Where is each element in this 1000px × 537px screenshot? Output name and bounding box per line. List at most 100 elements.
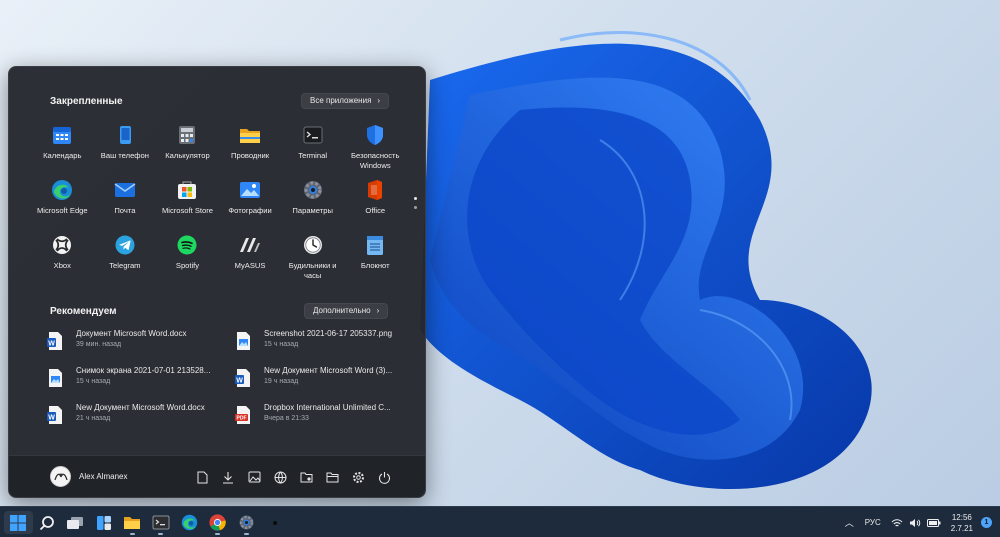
- recommended-item-time: Вчера в 21:33: [264, 415, 309, 422]
- battery-icon[interactable]: [926, 518, 941, 527]
- page-dot-active: [414, 197, 417, 200]
- word-doc-icon: W: [47, 331, 65, 351]
- notification-badge[interactable]: 1: [981, 517, 992, 528]
- pinned-app-settings[interactable]: Параметры: [281, 176, 344, 231]
- file-explorer-icon[interactable]: [319, 469, 345, 485]
- running-indicator: [129, 533, 135, 535]
- pinned-app-notepad[interactable]: Блокнот: [344, 231, 407, 286]
- chrome-icon[interactable]: [204, 511, 233, 535]
- recommended-item-name: Снимок экрана 2021-07-01 213528...: [76, 366, 211, 375]
- notepad-icon: [364, 234, 386, 256]
- more-button[interactable]: Дополнительно ›: [304, 303, 389, 319]
- shield-icon: [364, 124, 386, 146]
- clock-date: 2.7.21: [950, 523, 973, 533]
- app-label: Проводник: [231, 151, 270, 160]
- running-indicator: [158, 533, 164, 535]
- recommended-section-title: Рекомендуем: [50, 306, 117, 317]
- downloads-icon[interactable]: [215, 469, 241, 485]
- all-apps-button[interactable]: Все приложения ›: [301, 93, 390, 109]
- start-menu-footer: Alex Almanex: [9, 455, 425, 497]
- settings-icon[interactable]: [345, 469, 371, 485]
- word-doc-icon: W: [235, 368, 253, 388]
- app-label: Почта: [114, 206, 136, 215]
- app-label: MyASUS: [234, 261, 266, 270]
- app-label: Калькулятор: [165, 151, 210, 160]
- more-label: Дополнительно: [313, 306, 371, 315]
- svg-text:PDF: PDF: [237, 416, 247, 422]
- phone-icon: [114, 124, 136, 146]
- widgets-icon[interactable]: [90, 511, 119, 534]
- app-label: Office: [365, 206, 386, 215]
- pinned-app-office[interactable]: Office: [344, 176, 407, 231]
- recommended-item-time: 19 ч назад: [264, 378, 299, 385]
- pinned-app-alarms-clock[interactable]: Будильники и часы: [281, 231, 344, 286]
- volume-icon[interactable]: [909, 518, 921, 528]
- pinned-app-your-phone[interactable]: Ваш телефон: [94, 121, 157, 176]
- pinned-app-spotify[interactable]: Spotify: [156, 231, 219, 286]
- pinned-app-edge[interactable]: Microsoft Edge: [31, 176, 94, 231]
- recommended-item-name: Screenshot 2021-06-17 205337.png: [264, 329, 393, 338]
- wifi-icon[interactable]: [891, 518, 903, 528]
- terminal-icon[interactable]: [147, 511, 176, 535]
- windows-start-icon[interactable]: [4, 511, 33, 534]
- app-label: Terminal: [298, 151, 328, 160]
- clock-time: 12:56: [951, 512, 972, 522]
- app-label: Spotify: [175, 261, 200, 270]
- user-account-button[interactable]: Alex Almanex: [50, 466, 127, 487]
- app-label: Xbox: [53, 261, 71, 270]
- task-view-icon[interactable]: [61, 511, 90, 534]
- system-tray: ︿ РУС 12:56 2.7.21 1: [845, 507, 992, 537]
- app-icon[interactable]: [261, 511, 290, 534]
- language-indicator[interactable]: РУС: [865, 518, 881, 527]
- pinned-app-calendar[interactable]: Календарь: [31, 121, 94, 176]
- settings-icon[interactable]: [232, 511, 261, 535]
- app-label: Ваш телефон: [100, 151, 149, 160]
- recommended-item[interactable]: W Документ Microsoft Word.docx 39 мин. на…: [47, 329, 235, 366]
- recommended-item[interactable]: Снимок экрана 2021-07-01 213528... 15 ч н…: [47, 366, 235, 403]
- pinned-page-indicator[interactable]: [414, 191, 418, 215]
- pinned-app-mail[interactable]: Почта: [94, 176, 157, 231]
- search-icon[interactable]: [33, 511, 62, 534]
- pinned-app-terminal[interactable]: Terminal: [281, 121, 344, 176]
- recommended-item[interactable]: PDF Dropbox International Unlimited C...…: [235, 403, 407, 440]
- recommended-item-name: New Документ Microsoft Word (3)...: [264, 366, 393, 375]
- recommended-item[interactable]: Screenshot 2021-06-17 205337.png 15 ч наз…: [235, 329, 407, 366]
- recommended-item-time: 15 ч назад: [76, 378, 111, 385]
- pinned-app-windows-security[interactable]: Безопасность Windows: [344, 121, 407, 176]
- telegram-icon: [114, 234, 136, 256]
- avatar: [50, 466, 71, 487]
- pinned-app-myasus[interactable]: MyASUS: [219, 231, 282, 286]
- chevron-right-icon: ›: [376, 306, 380, 315]
- clock[interactable]: 12:56 2.7.21: [951, 512, 973, 534]
- pinned-app-calculator[interactable]: Калькулятор: [156, 121, 219, 176]
- app-label: Безопасность Windows: [351, 151, 400, 170]
- chevron-up-icon[interactable]: ︿: [845, 516, 854, 529]
- pinned-section-title: Закрепленные: [50, 96, 123, 107]
- app-label: Параметры: [292, 206, 333, 215]
- pinned-app-file-explorer[interactable]: Проводник: [219, 121, 282, 176]
- svg-text:W: W: [48, 340, 55, 347]
- terminal-icon: [302, 124, 324, 146]
- network-icon[interactable]: [267, 469, 293, 485]
- personal-folder-icon[interactable]: [293, 469, 319, 485]
- pinned-app-xbox[interactable]: Xbox: [31, 231, 94, 286]
- app-label: Telegram: [109, 261, 141, 270]
- pinned-app-photos[interactable]: Фотографии: [219, 176, 282, 231]
- app-label: Microsoft Store: [161, 206, 214, 215]
- power-icon[interactable]: [371, 469, 397, 485]
- recommended-item[interactable]: W New Документ Microsoft Word (3)... 19 ч…: [235, 366, 407, 403]
- folder-icon: [239, 124, 261, 146]
- page-dot: [414, 206, 417, 209]
- documents-icon[interactable]: [189, 469, 215, 485]
- pinned-app-microsoft-store[interactable]: Microsoft Store: [156, 176, 219, 231]
- word-doc-icon: W: [47, 405, 65, 425]
- edge-icon: [51, 179, 73, 201]
- pinned-app-telegram[interactable]: Telegram: [94, 231, 157, 286]
- file-explorer-icon[interactable]: [118, 511, 147, 535]
- pictures-icon[interactable]: [241, 469, 267, 485]
- edge-icon[interactable]: [175, 511, 204, 534]
- all-apps-label: Все приложения: [310, 96, 372, 105]
- recommended-item[interactable]: W New Документ Microsoft Word.docx 21 ч н…: [47, 403, 235, 440]
- recommended-list: W Документ Microsoft Word.docx 39 мин. на…: [47, 329, 407, 440]
- recommended-item-time: 15 ч назад: [264, 341, 299, 348]
